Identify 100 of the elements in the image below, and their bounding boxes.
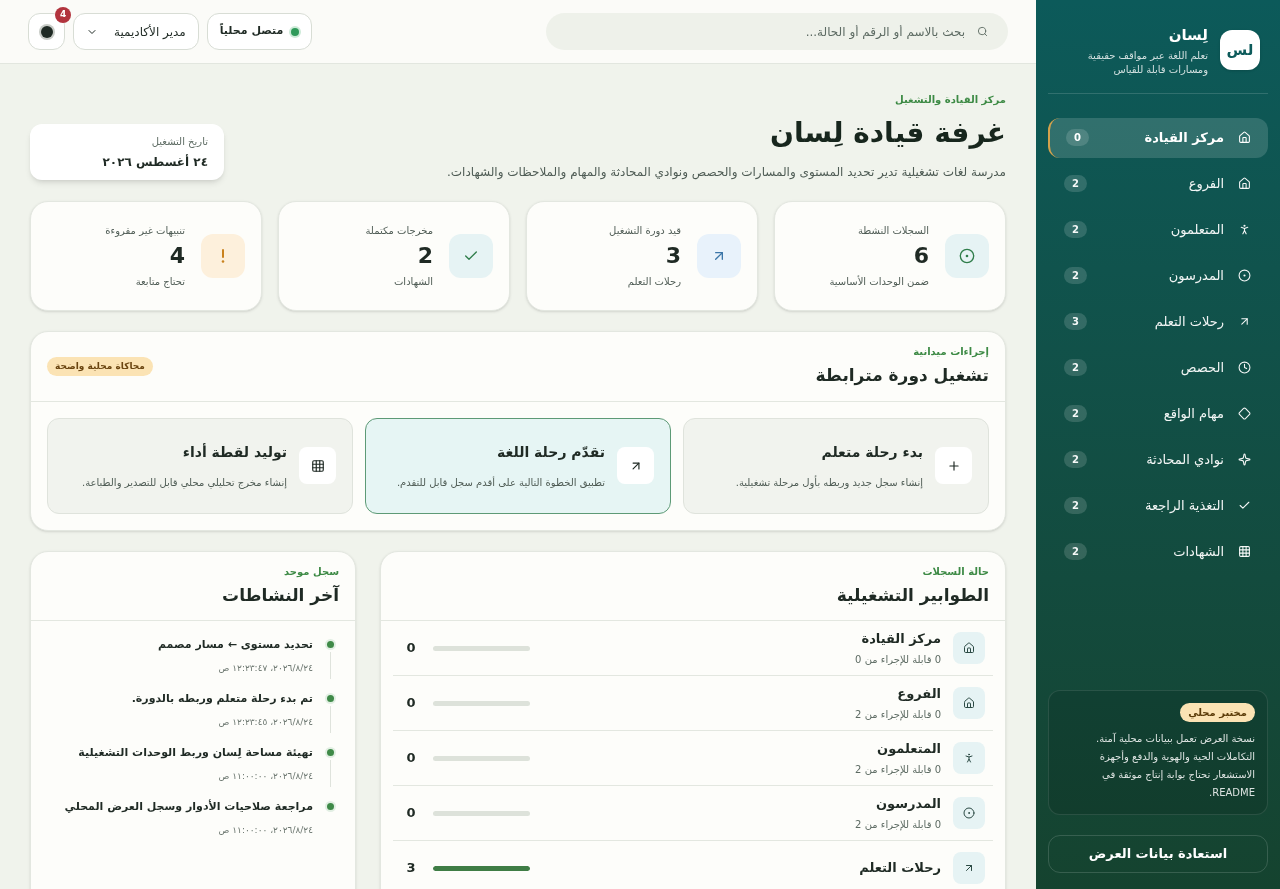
sidebar-item-label: الحصص: [1179, 358, 1224, 378]
queue-name: المدرسون: [874, 794, 941, 813]
count-badge: 2: [1064, 451, 1087, 468]
queue-detail: 0 قابلة للإجراء من 0: [854, 653, 941, 668]
house-icon: [963, 697, 975, 709]
person-icon: [963, 752, 975, 764]
brand-name: لِسان: [1167, 25, 1208, 46]
queue-count: 0: [405, 804, 417, 823]
action-description: إنشاء سجل جديد وربطه بأول مرحلة تشغيلية.: [735, 474, 923, 490]
action-title: توليد لقطة أداء: [181, 442, 287, 463]
house-icon: [1237, 131, 1251, 144]
grid-icon: [310, 458, 325, 473]
stat-value: 3: [664, 242, 681, 270]
stat-note: ضمن الوحدات الأساسية: [829, 274, 929, 289]
arrow-icon: [963, 862, 975, 874]
page-title: غرفة قيادة لِسان: [769, 115, 1006, 151]
count-badge: 0: [1066, 129, 1089, 146]
sidebar-item-label: الشهادات: [1172, 542, 1224, 561]
queue-name: المتعلمون: [876, 739, 941, 758]
house-icon: [963, 642, 975, 654]
count-badge: 2: [1064, 543, 1087, 560]
count-badge: 2: [1064, 405, 1087, 422]
sidebar-item-label: المتعلمون: [1169, 220, 1224, 240]
section-title: الطوابير التشغيلية: [836, 583, 989, 608]
action-card[interactable]: بدء رحلة متعلم إنشاء سجل جديد وربطه بأول مرحلة تشغيلية.: [683, 417, 989, 514]
action-title: تقدّم رحلة اللغة: [496, 442, 605, 462]
count-badge: 2: [1064, 497, 1087, 514]
queue-name: مركز القيادة: [860, 629, 941, 648]
queue-count: 0: [405, 694, 417, 713]
date-label: تاريخ التشغيل: [150, 134, 208, 149]
sparkle-icon: [1237, 453, 1251, 466]
sidebar-item-label: الفروع: [1187, 174, 1224, 194]
section-title: آخر النشاطات: [222, 583, 339, 608]
date-value: ٢٤ أغسطس ٢٠٢٦: [101, 153, 208, 171]
queue-count: 0: [405, 639, 417, 658]
action-description: تطبيق الخطوة التالية على أقدم سجل قابل للتقدم.: [396, 475, 605, 490]
activity-time: ٢٠٢٦/٨/٢٤، ١٢:٢٣:٤٥ ص: [217, 715, 313, 729]
action-description: إنشاء مخرج تحليلي محلي قابل للتصدير والطباعة.: [82, 475, 287, 490]
plus-icon: [946, 458, 961, 473]
activity-title: تحديد مستوى ← مسار مصمم: [157, 637, 313, 653]
queue-name: رحلات التعلم: [858, 859, 941, 878]
stat-value: 4: [168, 242, 185, 270]
activity-title: تم بدء رحلة متعلم وربطه بالدورة.: [131, 691, 313, 707]
house-icon: [1237, 177, 1251, 190]
stat-label: السجلات النشطة: [856, 224, 929, 238]
logo: لس: [1220, 30, 1260, 71]
notification-badge: 4: [55, 7, 71, 23]
stat-note: الشهادات: [392, 275, 433, 289]
queue-detail: 0 قابلة للإجراء من 2: [854, 818, 941, 833]
target-icon: [959, 248, 975, 264]
count-badge: 2: [1064, 267, 1087, 284]
section-eyebrow: حالة السجلات: [921, 564, 989, 579]
sidebar-item-label: التغذية الراجعة: [1144, 496, 1224, 515]
activity-time: ٢٠٢٦/٨/٢٤، ١٢:٢٣:٤٧ ص: [217, 661, 313, 675]
stat-note: رحلات التعلم: [626, 275, 681, 289]
section-eyebrow: إجراءات ميدانية: [912, 345, 989, 359]
role-select[interactable]: مدير الأكاديمية: [73, 13, 199, 50]
search-icon: [977, 26, 988, 37]
count-badge: 3: [1064, 313, 1087, 330]
sidebar-item-label: مركز القيادة: [1143, 128, 1224, 147]
activity-title: تهيئة مساحة لِسان وربط الوحدات التشغيلية: [78, 745, 313, 761]
count-badge: 2: [1064, 175, 1087, 192]
lab-note: نسخة العرض تعمل ببيانات محلية آمنة. التكاملات الحية والهوية والدفع وأجهزة الاستشعار تحتاج بوابة إنتاج موثقة في README.: [1095, 732, 1255, 800]
exclamation-icon: [221, 249, 225, 263]
clock-icon: [1237, 361, 1251, 374]
queue-name: الفروع: [896, 684, 941, 703]
activity-time: ٢٠٢٦/٨/٢٤، ١١:٠٠:٠٠ ص: [217, 769, 313, 783]
grid-icon: [1237, 545, 1251, 558]
action-title: بدء رحلة متعلم: [820, 442, 923, 462]
brand-tagline: تعلم اللغة عبر مواقف حقيقية ومسارات قابلة للقياس: [1086, 48, 1208, 77]
action-card[interactable]: تقدّم رحلة اللغة تطبيق الخطوة التالية على أقدم سجل قابل للتقدم.: [365, 417, 671, 514]
sidebar-item-label: المدرسون: [1167, 266, 1224, 286]
stat-note: تحتاج متابعة: [134, 275, 185, 289]
queue-count: 3: [405, 859, 417, 878]
queue-detail: 0 قابلة للإجراء من 2: [854, 708, 941, 723]
activity-title: مراجعة صلاحيات الأدوار وسجل العرض المحلي: [64, 799, 313, 815]
page-eyebrow: مركز القيادة والتشغيل: [894, 93, 1006, 107]
diamond-icon: [1237, 407, 1251, 420]
stat-label: قيد دورة التشغيل: [609, 224, 681, 238]
stat-label: مخرجات مكتملة: [365, 224, 433, 238]
queue-detail: 0 قابلة للإجراء من 2: [854, 763, 941, 778]
section-eyebrow: سجل موحد: [283, 564, 339, 579]
sidebar-item-label: رحلات التعلم: [1153, 312, 1224, 332]
activity-time: ٢٠٢٦/٨/٢٤، ١١:٠٠:٠٠ ص: [217, 823, 313, 837]
simulation-badge: محاكاة محلية واضحة: [47, 356, 153, 376]
action-card[interactable]: توليد لقطة أداء إنشاء مخرج تحليلي محلي قابل للتصدير والطباعة.: [47, 417, 353, 514]
page-description: مدرسة لغات تشغيلية تدير تحديد المستوى والمسارات والحصص ونوادي المحادثة والمهام والملاحظات والشهادات.: [446, 164, 1006, 181]
status-label: متصل محلياً: [219, 23, 284, 40]
stat-label: تنبيهات غير مقروءة: [105, 224, 185, 238]
target-icon: [1237, 269, 1251, 282]
queue-count: 0: [405, 749, 417, 768]
count-badge: 2: [1064, 359, 1087, 376]
sidebar-item-label: مهام الواقع: [1162, 404, 1224, 424]
check-icon: [1237, 499, 1251, 512]
target-icon: [963, 807, 975, 819]
lab-badge: مختبر محلي: [1180, 703, 1255, 722]
count-badge: 2: [1064, 221, 1087, 238]
sidebar-item-label: نوادي المحادثة: [1145, 450, 1224, 470]
restore-button[interactable]: استعادة بيانات العرض: [1048, 835, 1268, 873]
stat-value: 2: [416, 242, 433, 270]
